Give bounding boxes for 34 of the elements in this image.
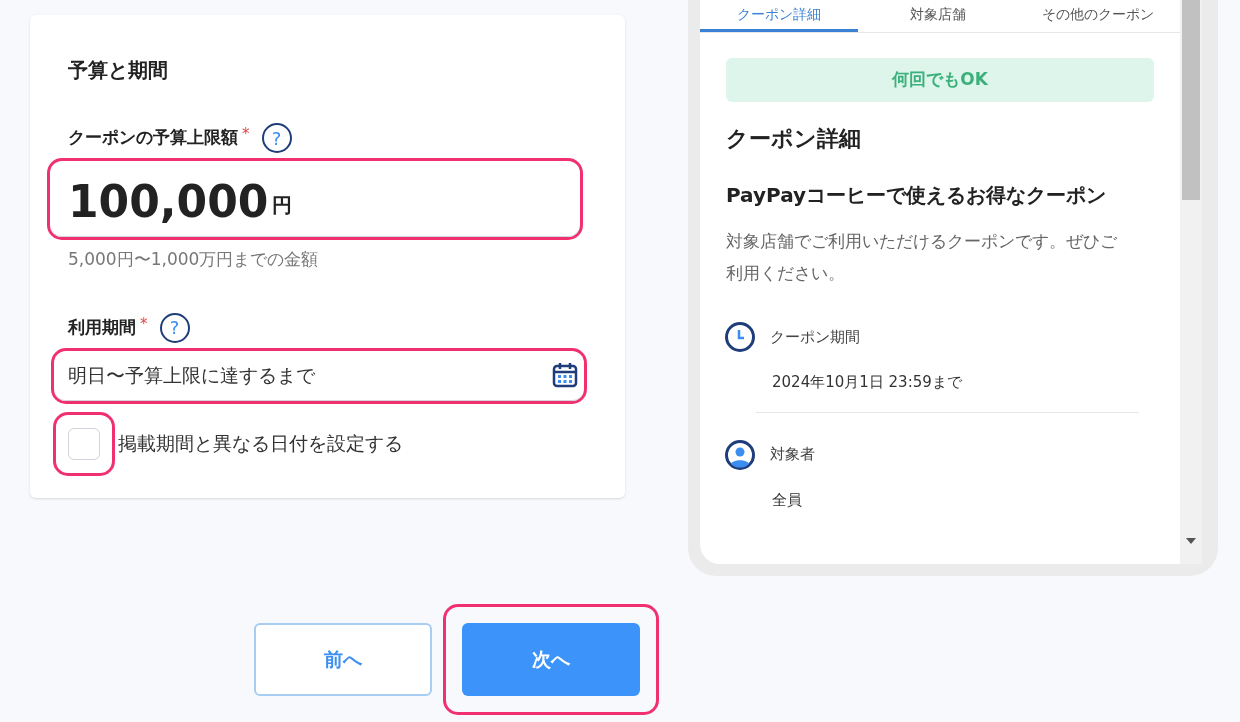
detail-heading: クーポン詳細 xyxy=(726,125,862,153)
coupon-title: PayPayコーヒーで使えるお得なクーポン xyxy=(726,182,1108,209)
budget-field[interactable]: 100,000 円 xyxy=(50,161,580,237)
scroll-down-icon[interactable] xyxy=(1186,538,1196,544)
detail-value: 全員 xyxy=(772,489,803,511)
preview-tab[interactable]: その他のクーポン xyxy=(1018,0,1178,32)
calendar-icon[interactable] xyxy=(552,362,578,388)
back-button[interactable]: 前へ xyxy=(254,623,432,696)
checkbox[interactable] xyxy=(68,427,100,460)
help-icon[interactable]: ? xyxy=(261,123,292,153)
required-mark: * xyxy=(242,124,250,145)
period-field[interactable]: 明日〜予算上限に達するまで xyxy=(54,350,584,401)
field-hint: 5,000円〜1,000万円までの金額 xyxy=(68,248,320,271)
next-button[interactable]: 次へ xyxy=(462,623,640,696)
scrollbar-thumb[interactable] xyxy=(1182,0,1200,200)
detail-label: クーポン期間 xyxy=(770,326,860,348)
clock-icon xyxy=(724,321,756,353)
currency-unit: 円 xyxy=(272,192,293,219)
field-label: クーポンの予算上限額 xyxy=(68,126,238,150)
section-title: 予算と期間 xyxy=(68,57,169,84)
period-value: 明日〜予算上限に達するまで xyxy=(68,362,315,388)
help-icon[interactable]: ? xyxy=(159,312,190,343)
usage-badge: 何回でもOK xyxy=(726,58,1154,102)
preview-tab[interactable]: 対象店舗 xyxy=(858,0,1018,32)
detail-value: 2024年10月1日 23:59まで xyxy=(772,372,963,393)
user-icon xyxy=(724,438,756,471)
checkbox-label: 掲載期間と異なる日付を設定する xyxy=(118,431,403,457)
coupon-description: 対象店舗でご利用いただけるクーポンです。ぜひご利用ください。 xyxy=(726,230,1118,285)
budget-amount: 100,000 xyxy=(68,180,269,224)
preview-tab[interactable]: クーポン詳細 xyxy=(700,0,858,32)
scrollbar[interactable] xyxy=(1180,0,1202,564)
field-label: 利用期間 xyxy=(68,315,136,339)
detail-label: 対象者 xyxy=(770,444,815,466)
required-mark: * xyxy=(140,313,148,335)
